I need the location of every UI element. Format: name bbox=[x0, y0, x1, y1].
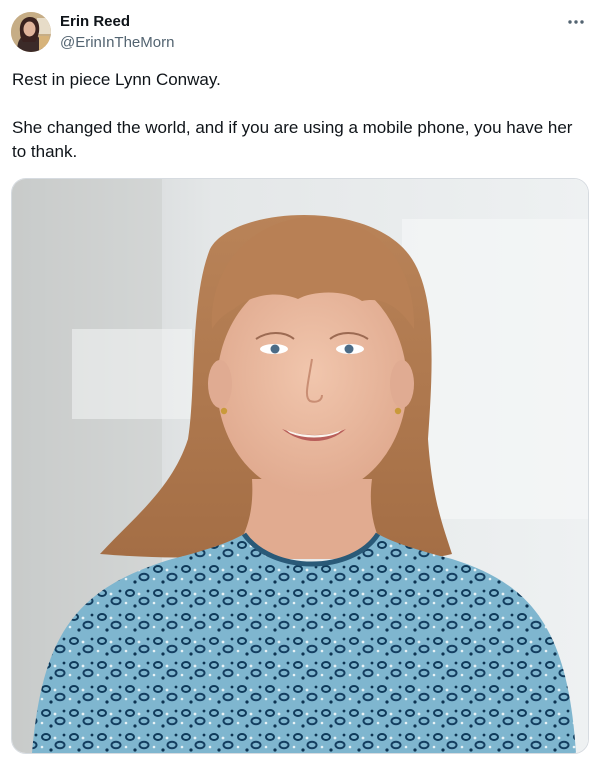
author-display-name[interactable]: Erin Reed bbox=[60, 13, 130, 31]
author-handle[interactable]: @ErinInTheMorn bbox=[60, 34, 174, 52]
portrait-photo bbox=[12, 179, 588, 753]
tweet-media-photo[interactable] bbox=[11, 178, 589, 754]
more-horizontal-icon bbox=[568, 20, 584, 24]
avatar-photo bbox=[11, 12, 51, 52]
tweet: Erin Reed @ErinInTheMorn Rest in piece L… bbox=[0, 0, 600, 760]
author-avatar[interactable] bbox=[11, 12, 51, 52]
tweet-text: Rest in piece Lynn Conway. She changed t… bbox=[12, 68, 582, 164]
tweet-paragraph: She changed the world, and if you are us… bbox=[12, 118, 573, 161]
more-options-button[interactable] bbox=[564, 12, 588, 32]
tweet-paragraph: Rest in piece Lynn Conway. bbox=[12, 70, 221, 89]
